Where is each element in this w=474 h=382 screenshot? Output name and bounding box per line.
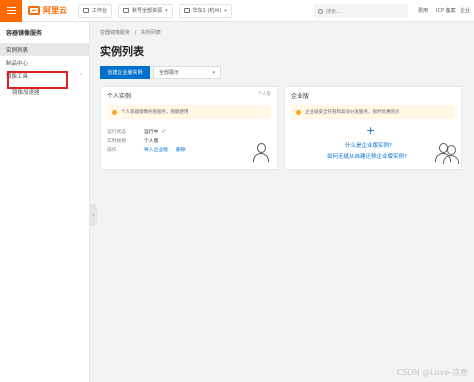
breadcrumb-separator: / (134, 30, 137, 36)
chevron-up-icon: ⌃ (78, 72, 83, 79)
chevron-down-icon: ▾ (212, 69, 215, 76)
breadcrumb-item: 实例列表 (140, 30, 161, 36)
person-icon (253, 143, 269, 162)
card-title: 企业版 (291, 93, 310, 100)
nav-workbench-label: 工作台 (92, 8, 108, 14)
sidebar-item-artifacts[interactable]: 制品中心 (0, 56, 89, 69)
info-label: 实例规格 (107, 139, 127, 144)
card-title: 个人实例 (107, 93, 132, 100)
nav-resource-label: 账号全部资源 (132, 8, 163, 14)
migrate-enterprise-link[interactable]: 如何无缝从自建迁移企业版实例? (327, 152, 407, 160)
team-member-icon (443, 145, 459, 164)
info-label: 操作 (107, 148, 117, 153)
breadcrumb: 容器镜像服务 / 实例列表 (100, 29, 161, 36)
nav-resource-group[interactable]: 账号全部资源 ▾ (118, 3, 173, 18)
watermark: CSDN @Love-凉息 (396, 368, 468, 377)
add-icon[interactable]: + (366, 124, 375, 137)
chevron-left-icon: ‹ (92, 211, 95, 219)
import-enterprise-link[interactable]: 导入企业版 (144, 146, 168, 153)
warning-icon (112, 109, 117, 115)
nav-region-label: 华东1 (杭州) (192, 8, 222, 14)
info-label: 运行状态 (107, 130, 127, 135)
location-icon (183, 8, 190, 13)
personal-instance-card: 个人实例 个人版 个人容器镜像托管服务，限额使用 运行状态 运行中 ✓ 实例规格… (100, 86, 278, 170)
edition-badge: 个人版 (257, 92, 272, 97)
logo-icon (28, 6, 40, 15)
sidebar-item-label: 实例列表 (6, 47, 29, 54)
nav-region[interactable]: 华东1 (杭州) ▾ (178, 3, 232, 18)
annotation-highlight-box (7, 71, 68, 89)
top-link-billing[interactable]: 费用 (418, 7, 428, 14)
resource-icon (123, 8, 130, 13)
info-row-status: 运行状态 运行中 ✓ (101, 127, 277, 136)
notice-bar: 企业级安全托管和高效分发服务，限时优惠购买 (291, 105, 455, 119)
status-value: 运行中 (144, 130, 159, 135)
top-link-icp[interactable]: ICP 备案 (436, 7, 456, 14)
sidebar-item-instances[interactable]: 实例列表 (0, 43, 89, 56)
nav-workbench[interactable]: 工作台 (78, 3, 113, 18)
sidebar-item-label: 制品中心 (6, 60, 29, 67)
search-placeholder: 搜索... (326, 8, 341, 15)
select-value: 全部展示 (159, 70, 180, 76)
instance-filter-select[interactable]: 全部展示 ▾ (153, 66, 221, 79)
breadcrumb-item[interactable]: 容器镜像服务 (100, 30, 130, 36)
chevron-down-icon: ▾ (224, 7, 227, 14)
check-icon: ✓ (161, 128, 167, 135)
sidebar-title: 容器镜像服务 (6, 30, 43, 37)
delete-link[interactable]: 删除 (176, 146, 186, 153)
aliyun-logo[interactable]: 阿里云 (28, 5, 72, 16)
chevron-down-icon: ▾ (165, 7, 168, 14)
what-is-enterprise-link[interactable]: 什么是企业版实例? (345, 141, 392, 149)
notice-text: 企业级安全托管和高效分发服务，限时优惠购买 (305, 110, 400, 115)
top-link-enterprise[interactable]: 企业 (460, 7, 470, 14)
info-row-actions: 操作 导入企业版 删除 (101, 145, 277, 154)
logo-text: 阿里云 (43, 6, 67, 15)
sidebar-collapse-handle[interactable]: ‹ (90, 204, 97, 226)
spec-value: 个人版 (144, 139, 159, 144)
create-enterprise-instance-button[interactable]: 创建企业版实例 (100, 66, 150, 79)
search-icon (318, 8, 323, 14)
home-icon (83, 8, 89, 13)
warning-icon (296, 109, 301, 115)
info-row-spec: 实例规格 个人版 (101, 136, 277, 145)
notice-bar: 个人容器镜像托管服务，限额使用 (107, 105, 271, 119)
notice-text: 个人容器镜像托管服务，限额使用 (121, 110, 189, 115)
search-input[interactable]: 搜索... (314, 4, 408, 18)
menu-icon[interactable] (0, 0, 22, 22)
page-title: 实例列表 (100, 45, 144, 58)
